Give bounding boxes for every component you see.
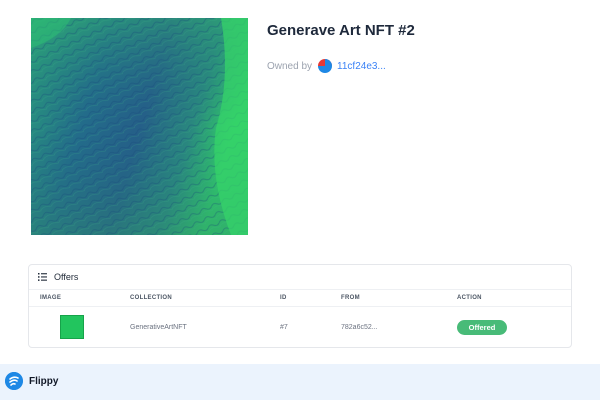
offer-id: #7 xyxy=(280,324,288,331)
owned-by-label: Owned by xyxy=(267,60,313,72)
column-header-from: FROM xyxy=(341,295,360,301)
footer-brand-name[interactable]: Flippy xyxy=(29,376,58,387)
flippy-logo-icon xyxy=(5,372,23,390)
nft-artwork-image xyxy=(31,18,248,235)
offers-title: Offers xyxy=(54,272,79,282)
offer-thumbnail[interactable] xyxy=(60,315,84,339)
list-icon xyxy=(38,273,47,281)
column-header-image: IMAGE xyxy=(40,295,62,301)
footer-bar: Flippy xyxy=(0,364,600,400)
offers-header: Offers xyxy=(29,265,571,290)
column-header-action: ACTION xyxy=(457,295,482,301)
offers-panel: Offers IMAGE COLLECTION ID FROM ACTION G… xyxy=(28,264,572,348)
table-divider xyxy=(29,306,571,307)
owner-row: Owned by 11cf24e3... xyxy=(267,59,386,73)
owner-avatar xyxy=(318,59,333,73)
nft-title: Generave Art NFT #2 xyxy=(267,22,415,39)
column-header-collection: COLLECTION xyxy=(130,295,172,301)
owner-address-link[interactable]: 11cf24e3... xyxy=(337,61,386,72)
column-header-id: ID xyxy=(280,295,287,301)
offer-collection: GenerativeArtNFT xyxy=(130,324,187,331)
offer-from-address: 782a6c52... xyxy=(341,324,378,331)
offered-button[interactable]: Offered xyxy=(457,320,507,335)
